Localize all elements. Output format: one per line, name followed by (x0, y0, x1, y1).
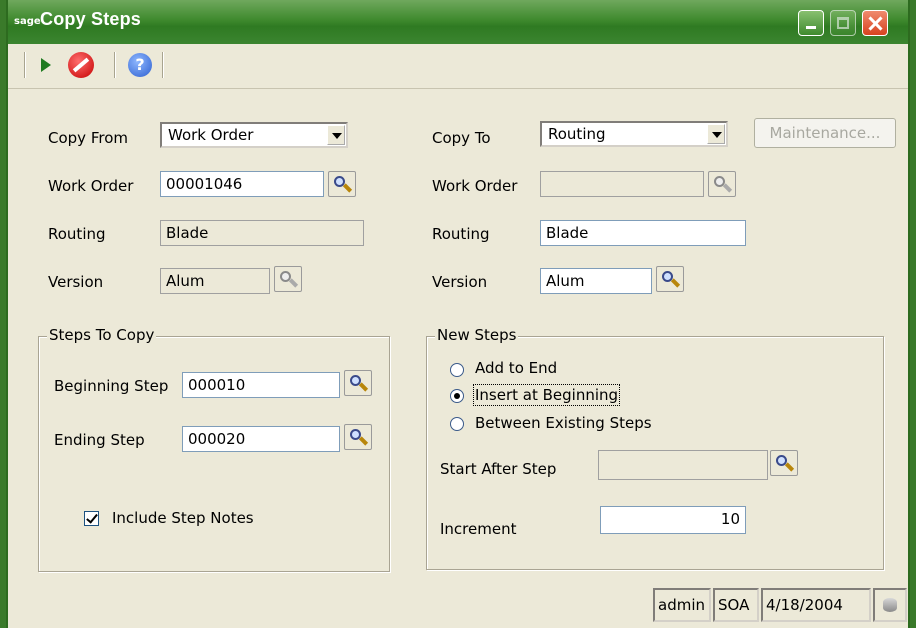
copy-to-value: Routing (548, 125, 606, 143)
routing-label: Routing (48, 225, 106, 243)
copy-from-label: Copy From (48, 129, 128, 147)
ending-step-label: Ending Step (54, 431, 145, 449)
to-work-order-lookup-icon (708, 171, 736, 197)
copy-from-select[interactable]: Work Order (160, 122, 348, 148)
to-version-lookup-icon[interactable] (656, 266, 684, 292)
to-version-input[interactable]: Alum (540, 268, 652, 294)
start-after-step-input (598, 450, 768, 480)
toolbar-separator (162, 52, 164, 78)
status-company: SOA (713, 588, 759, 622)
maximize-button[interactable] (830, 10, 856, 36)
database-icon[interactable] (873, 588, 907, 622)
maintenance-button: Maintenance... (754, 118, 896, 148)
increment-label: Increment (440, 520, 517, 538)
between-existing-steps-label: Between Existing Steps (475, 414, 652, 432)
ending-step-lookup-icon[interactable] (344, 424, 372, 450)
to-work-order-label: Work Order (432, 177, 518, 195)
start-after-step-label: Start After Step (440, 460, 557, 478)
add-to-end-label: Add to End (475, 359, 558, 377)
radio-insert-at-beginning[interactable] (450, 389, 464, 403)
title-bar: sage Copy Steps (8, 0, 908, 44)
version-lookup-icon (274, 266, 302, 292)
accept-icon[interactable] (41, 58, 51, 72)
status-user: admin (653, 588, 711, 622)
copy-from-value: Work Order (168, 126, 254, 144)
to-work-order-input (540, 171, 704, 197)
chevron-down-icon[interactable] (707, 124, 725, 144)
work-order-input[interactable]: 00001046 (160, 171, 324, 197)
to-routing-input[interactable]: Blade (540, 220, 746, 246)
routing-field: Blade (160, 220, 364, 246)
steps-to-copy-title: Steps To Copy (47, 326, 157, 344)
beginning-step-label: Beginning Step (54, 377, 169, 395)
status-date: 4/18/2004 (761, 588, 871, 622)
increment-input[interactable]: 10 (600, 506, 746, 534)
window-title: Copy Steps (40, 9, 142, 29)
toolbar: ? (8, 44, 908, 89)
beginning-step-input[interactable]: 000010 (182, 372, 340, 398)
insert-at-beginning-label: Insert at Beginning (472, 384, 621, 406)
ending-step-input[interactable]: 000020 (182, 426, 340, 452)
copy-to-select[interactable]: Routing (540, 121, 728, 147)
to-routing-label: Routing (432, 225, 490, 243)
radio-add-to-end[interactable] (450, 363, 464, 377)
minimize-button[interactable] (798, 10, 824, 36)
start-after-step-lookup-icon[interactable] (770, 450, 798, 476)
version-label: Version (48, 273, 104, 291)
new-steps-title: New Steps (435, 326, 519, 344)
work-order-label: Work Order (48, 177, 134, 195)
toolbar-separator (114, 52, 116, 78)
include-step-notes-checkbox[interactable] (84, 511, 99, 526)
version-field: Alum (160, 268, 270, 294)
chevron-down-icon[interactable] (327, 125, 345, 145)
toolbar-separator (24, 52, 26, 78)
to-version-label: Version (432, 273, 488, 291)
cancel-icon[interactable] (68, 52, 94, 78)
include-step-notes-label: Include Step Notes (112, 509, 254, 527)
copy-steps-window: sage Copy Steps ? Copy From Work Order W… (6, 0, 910, 628)
help-icon[interactable]: ? (128, 53, 152, 77)
radio-between-existing-steps[interactable] (450, 417, 464, 431)
beginning-step-lookup-icon[interactable] (344, 370, 372, 396)
close-button[interactable] (862, 10, 888, 36)
copy-to-label: Copy To (432, 129, 491, 147)
work-order-lookup-icon[interactable] (328, 171, 356, 197)
